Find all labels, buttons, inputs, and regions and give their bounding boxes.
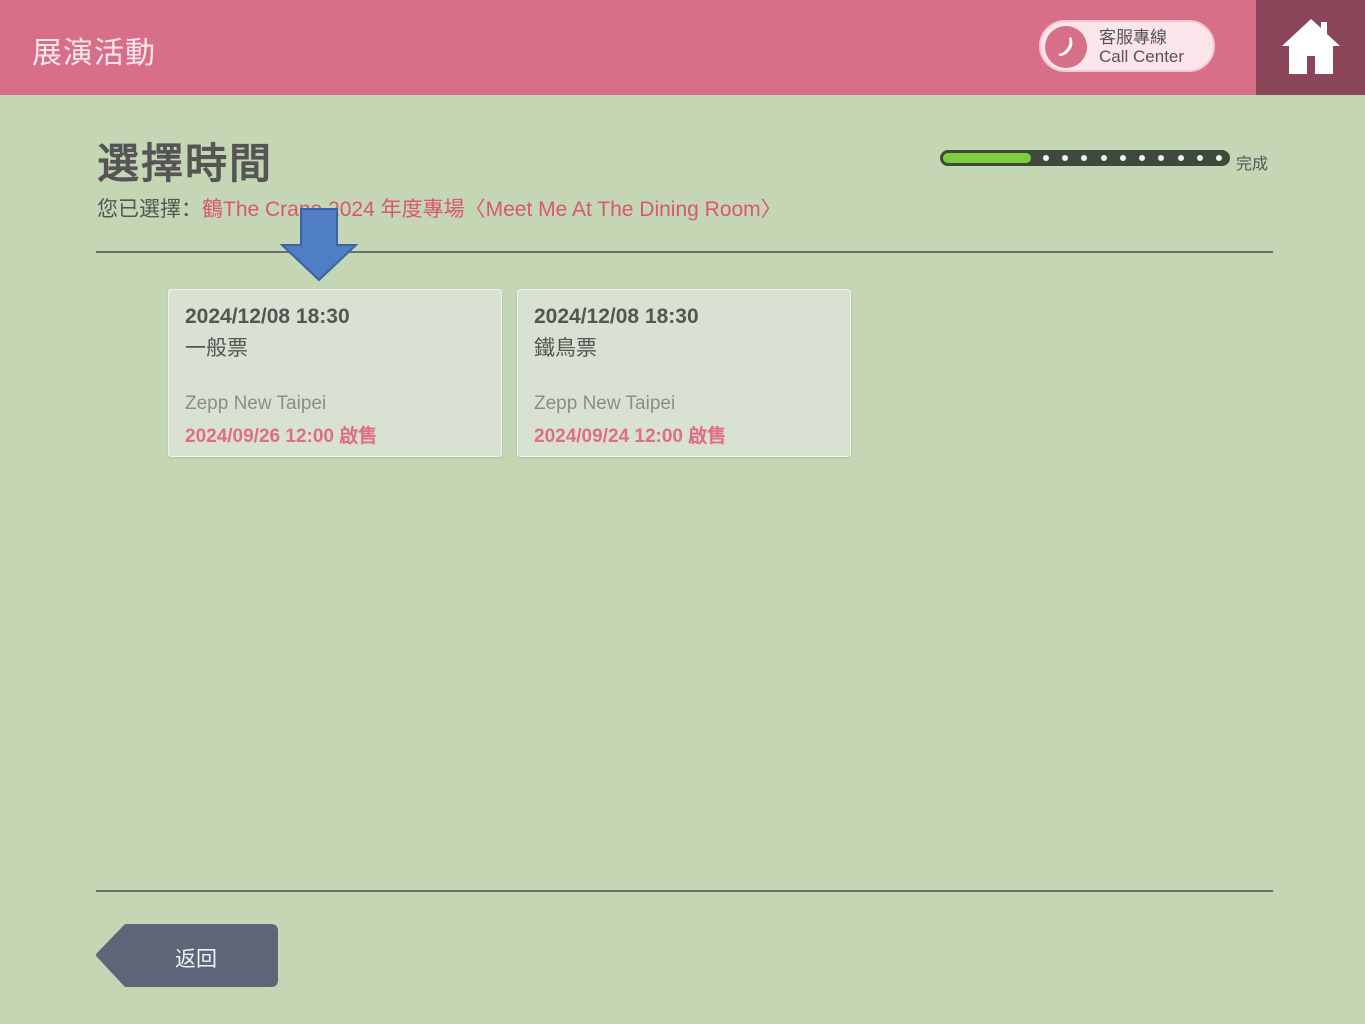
- progress-step-dot: [1100, 155, 1107, 161]
- progress-steps: [940, 150, 1230, 166]
- progress-step-dot: [1062, 155, 1069, 161]
- ticket-type: 一般票: [185, 337, 248, 360]
- session-card-iron-bird[interactable]: 2024/12/08 18:30 鐵鳥票 Zepp New Taipei 202…: [517, 289, 851, 457]
- down-arrow-icon: [280, 208, 359, 282]
- call-center-label-zh: 客服專線: [1099, 28, 1167, 47]
- divider-top: [96, 251, 1273, 253]
- page-title: 選擇時間: [97, 140, 274, 187]
- progress-step-dot: [1043, 155, 1050, 161]
- home-button[interactable]: [1256, 0, 1365, 95]
- phone-icon: [1045, 26, 1087, 68]
- call-center-button[interactable]: 客服專線 Call Center: [1039, 20, 1215, 72]
- top-bar: 展演活動 客服專線 Call Center: [0, 0, 1365, 95]
- venue: Zepp New Taipei: [185, 393, 327, 414]
- divider-bottom: [96, 890, 1273, 892]
- progress-step-dot: [1139, 155, 1146, 161]
- call-center-label: 客服專線 Call Center: [1099, 28, 1184, 66]
- sale-start: 2024/09/24 12:00 啟售: [534, 426, 727, 447]
- session-datetime: 2024/12/08 18:30: [534, 305, 699, 328]
- back-button[interactable]: 返回: [95, 923, 279, 988]
- back-label: 返回: [175, 948, 217, 971]
- home-icon: [1282, 19, 1340, 74]
- progress-step-dot: [1216, 155, 1222, 161]
- sale-start: 2024/09/26 12:00 啟售: [185, 426, 378, 447]
- progress-end-label: 完成: [1236, 156, 1269, 173]
- progress-step-dot: [1177, 155, 1184, 161]
- venue: Zepp New Taipei: [534, 393, 676, 414]
- progress-step-dot: [1081, 155, 1088, 161]
- progress-step-dot: [1119, 155, 1126, 161]
- section-title: 展演活動: [32, 37, 156, 70]
- progress-step-dot: [1196, 155, 1203, 161]
- ticket-type: 鐵鳥票: [534, 337, 597, 360]
- progress-bar: [940, 150, 1230, 166]
- selected-event-label: 您已選擇：: [97, 198, 202, 221]
- selected-event: 您已選擇：鶴The Crane 2024 年度專場〈Meet Me At The…: [97, 193, 782, 223]
- progress-step-dot: [1158, 155, 1165, 161]
- session-card-general[interactable]: 2024/12/08 18:30 一般票 Zepp New Taipei 202…: [168, 289, 502, 457]
- session-datetime: 2024/12/08 18:30: [185, 305, 350, 328]
- call-center-label-en: Call Center: [1099, 47, 1185, 66]
